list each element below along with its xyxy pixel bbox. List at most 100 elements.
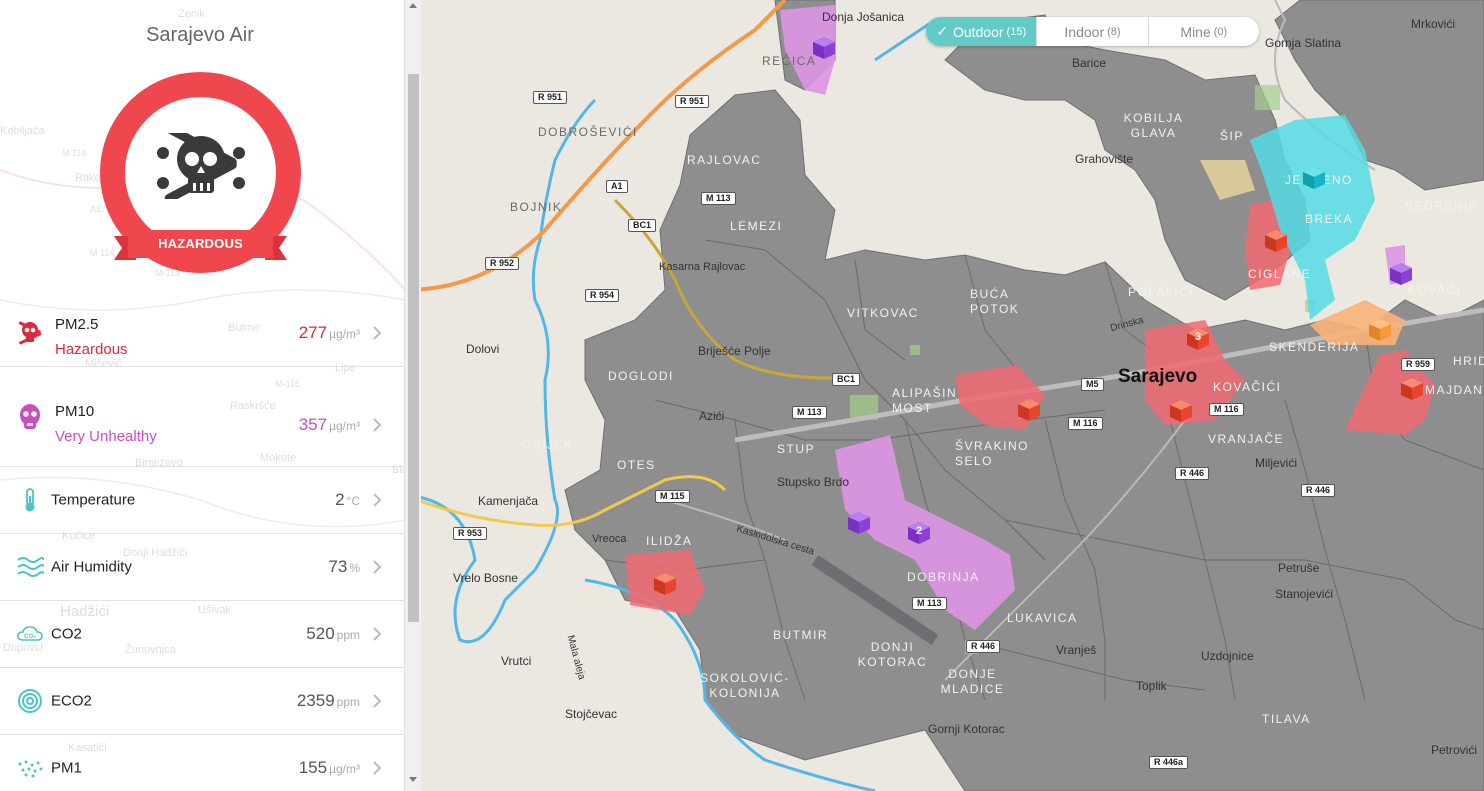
district-label: KOVAČI — [1408, 283, 1462, 297]
metric-row-co2[interactable]: CO₂ CO2 520 ppm — [0, 600, 404, 667]
place-label: Toplik — [1136, 679, 1167, 693]
district-label: ALIPAŠIN MOST — [892, 386, 958, 415]
sensor-cluster-red[interactable]: 3 — [1185, 326, 1211, 352]
district-label: MAJDAN — [1425, 383, 1484, 397]
air-quality-map[interactable]: R 951 R 951 A1 M 113 BC1 R 952 R 954 BC1… — [405, 0, 1484, 791]
district-label: BOJNIK — [510, 200, 563, 214]
road-sign: R 446 — [966, 640, 1001, 653]
metric-number: 2 — [335, 490, 345, 509]
district-label: KOVAČIĆI — [1213, 380, 1282, 394]
district-label: ILIDŽA — [646, 534, 693, 548]
app-title: Sarajevo Air — [146, 24, 254, 46]
sensor-marker-purple[interactable] — [811, 35, 837, 61]
metric-row-air-humidity[interactable]: Air Humidity 73% — [0, 533, 404, 600]
place-label: Gornja Slatina — [1265, 36, 1342, 50]
sidebar-scrollbar[interactable] — [404, 0, 421, 791]
sensor-cluster-purple[interactable]: 2 — [906, 520, 932, 546]
chevron-right-icon — [373, 694, 382, 708]
humidity-waves-icon — [17, 557, 44, 577]
bg-map-label: Kobiljača — [0, 125, 45, 137]
district-label: VRANJAČE — [1208, 432, 1285, 446]
sensor-marker-red[interactable] — [1016, 397, 1042, 423]
metric-row-eco2[interactable]: ECO2 2359 ppm — [0, 667, 404, 734]
district-label: DOGLODI — [608, 369, 674, 383]
road-sign: R 446 — [1301, 484, 1336, 497]
district-label: KOBILJA GLAVA — [1123, 111, 1184, 140]
place-label: Azići — [699, 409, 725, 423]
chevron-right-icon — [373, 627, 382, 641]
district-label: OTES — [617, 458, 656, 472]
place-label: Kasarna Rajlovac — [659, 261, 746, 273]
sensor-marker-red[interactable] — [1168, 398, 1194, 424]
place-label: Petruše — [1278, 561, 1320, 575]
metric-name: Air Humidity — [51, 558, 132, 576]
co2-cloud-icon: CO₂ — [17, 626, 43, 641]
chevron-right-icon — [373, 761, 382, 775]
metric-name: PM2.5 — [55, 316, 99, 333]
district-label: TILAVA — [1262, 712, 1311, 726]
sensor-marker-purple[interactable] — [1388, 261, 1414, 287]
scroll-up-arrow-icon[interactable] — [409, 3, 417, 8]
district-label: DONJE MLADICE — [940, 667, 1005, 696]
metric-value: 520 ppm — [306, 624, 360, 644]
metric-value: 73% — [328, 557, 360, 577]
place-label: Grahovište — [1075, 152, 1134, 166]
tab-outdoor[interactable]: ✓ Outdoor (15) — [926, 17, 1037, 46]
scroll-thumb[interactable] — [408, 74, 419, 622]
chevron-right-icon — [373, 326, 382, 340]
road-sign: M 113 — [792, 406, 827, 419]
metric-row-pm25[interactable]: PM2.5 Hazardous 277 µg/m³ — [0, 300, 404, 366]
sensor-marker-red[interactable] — [652, 571, 678, 597]
metric-row-pm1[interactable]: PM1 155 µg/m³ — [0, 734, 404, 791]
tab-indoor[interactable]: Indoor (8) — [1036, 17, 1147, 46]
place-label: Dolovi — [466, 342, 500, 356]
metric-number: 2359 — [296, 691, 335, 710]
metric-unit: µg/m³ — [329, 327, 360, 341]
cluster-count: 2 — [915, 525, 923, 537]
place-label: Kamenjača — [478, 494, 539, 508]
sensor-marker-red[interactable] — [1263, 228, 1289, 254]
district-label: ŠIP — [1220, 129, 1244, 143]
road-sign: R 951 — [675, 95, 710, 108]
sensor-marker-teal[interactable] — [1301, 165, 1327, 191]
district-label: DONJI KOTORAC — [857, 640, 928, 669]
tab-label: Outdoor — [952, 23, 1004, 40]
sidebar-panel: Zenik Kobiljača Rakov M 114 A1 M 114 M-1… — [0, 0, 405, 791]
district-label: SOKOLOVIĆ-KOLONIJA — [700, 671, 790, 700]
road-sign: M 115 — [655, 490, 690, 503]
metric-number: 520 — [306, 624, 335, 643]
metric-unit: ppm — [336, 628, 360, 642]
district-label: DOBRINJA — [907, 570, 980, 584]
district-label: BUĆA POTOK — [970, 287, 1020, 316]
road-sign: R 951 — [533, 91, 568, 104]
road-sign: A1 — [606, 180, 628, 193]
skull-crossbones-icon — [18, 321, 42, 345]
metric-value: 155 µg/m³ — [299, 758, 360, 778]
scroll-down-arrow-icon[interactable] — [409, 777, 417, 782]
eco2-signal-icon — [18, 689, 42, 713]
place-label: Barice — [1072, 56, 1107, 70]
district-label: SKENDERIJA — [1269, 340, 1360, 354]
metric-value: 2359 ppm — [297, 691, 360, 711]
place-label: Stanojevići — [1275, 587, 1334, 601]
road-sign: M5 — [1081, 378, 1104, 391]
road-sign: R 954 — [585, 289, 620, 302]
place-label: Uzdojnice — [1201, 649, 1254, 663]
tab-mine[interactable]: Mine (0) — [1147, 17, 1259, 46]
sensor-marker-purple[interactable] — [846, 510, 872, 536]
sensor-marker-orange[interactable] — [1367, 317, 1393, 343]
tab-label: Indoor — [1064, 23, 1105, 40]
metric-unit: µg/m³ — [329, 419, 360, 433]
road-sign: M 113 — [701, 192, 736, 205]
metric-unit: °C — [346, 494, 360, 508]
district-label: BREKA — [1305, 212, 1354, 226]
tab-count: (0) — [1213, 25, 1228, 38]
district-label: SEDRENIK — [1405, 199, 1479, 213]
district-label: POFALIĆI — [1128, 285, 1195, 299]
metric-name: PM1 — [51, 759, 82, 777]
metric-row-temperature[interactable]: Temperature 2 °C — [0, 466, 404, 533]
sensor-marker-red[interactable] — [1399, 376, 1425, 402]
road-sign: R 446a — [1149, 756, 1189, 769]
road-sign: R 446 — [1175, 467, 1210, 480]
metric-row-pm10[interactable]: PM10 Very Unhealthy 357 µg/m³ — [0, 366, 404, 466]
